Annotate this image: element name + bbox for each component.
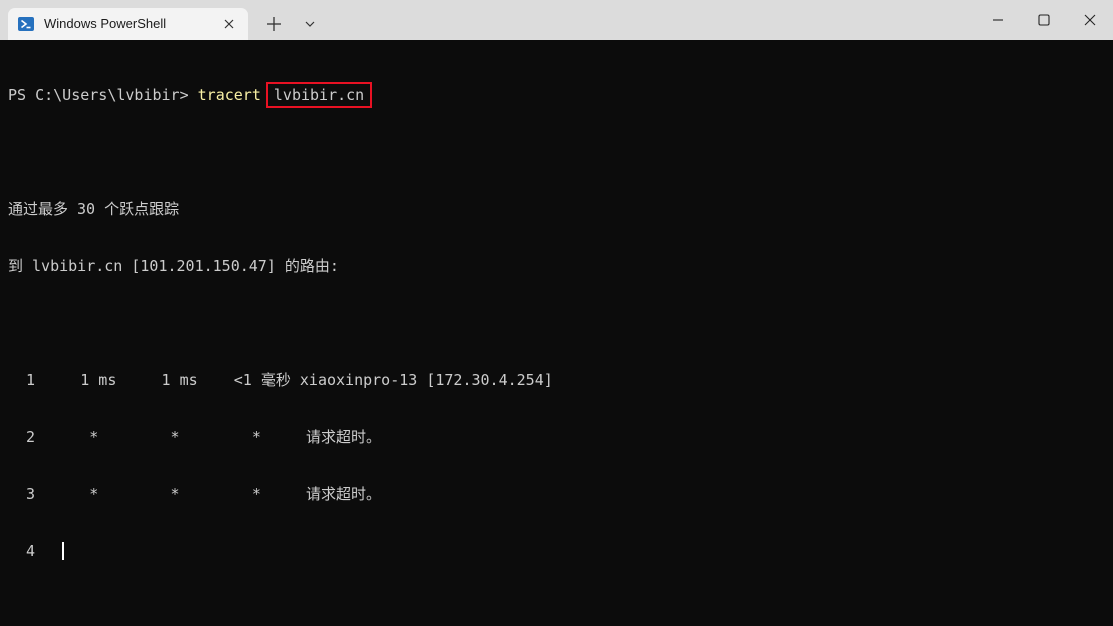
plus-icon	[267, 17, 281, 31]
hop-row: 3 * * * 请求超时。	[8, 485, 382, 503]
command-line: PS C:\Users\lvbibir> tracert lvbibir.cn	[8, 82, 1105, 108]
command-argument: lvbibir.cn	[265, 82, 373, 108]
maximize-icon	[1038, 14, 1050, 26]
command: tracert	[197, 86, 261, 104]
tab-title: Windows PowerShell	[44, 16, 167, 31]
hop-row-current: 4	[8, 542, 1105, 561]
close-icon	[224, 19, 234, 29]
powershell-icon	[18, 17, 34, 31]
powershell-window: Windows PowerShell PS C:\Users\lvbibir> …	[0, 0, 1113, 626]
hop-row: 2 * * * 请求超时。	[8, 428, 382, 446]
tab-close-button[interactable]	[220, 15, 238, 33]
chevron-down-icon	[305, 21, 315, 27]
trace-header-2: 到 lvbibir.cn [101.201.150.47] 的路由:	[8, 257, 339, 275]
hop-row: 1 1 ms 1 ms <1 毫秒 xiaoxinpro-13 [172.30.…	[8, 371, 553, 389]
close-window-button[interactable]	[1076, 6, 1104, 34]
tab-windows-powershell[interactable]: Windows PowerShell	[8, 8, 248, 40]
tab-dropdown-button[interactable]	[300, 14, 320, 34]
new-tab-button[interactable]	[262, 12, 286, 36]
title-bar: Windows PowerShell	[0, 0, 1113, 40]
terminal-output[interactable]: PS C:\Users\lvbibir> tracert lvbibir.cn …	[8, 48, 1105, 618]
minimize-icon	[993, 19, 1003, 21]
prompt: PS C:\Users\lvbibir>	[8, 86, 198, 104]
maximize-button[interactable]	[1030, 6, 1058, 34]
minimize-button[interactable]	[984, 6, 1012, 34]
close-icon	[1084, 14, 1096, 26]
trace-header-1: 通过最多 30 个跃点跟踪	[8, 200, 180, 218]
hop-row-text: 4	[8, 542, 63, 560]
text-cursor	[62, 542, 65, 560]
